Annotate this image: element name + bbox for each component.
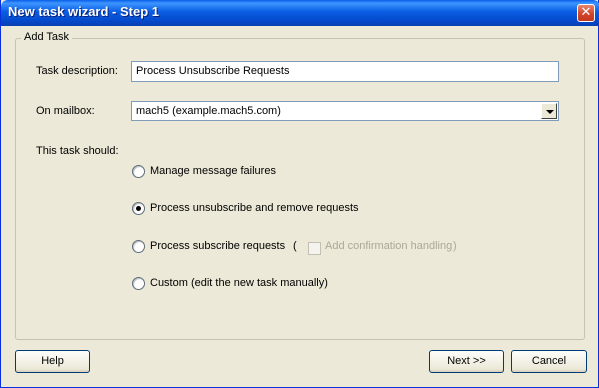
task-should-label: This task should: — [36, 145, 119, 157]
confirmation-checkbox[interactable] — [308, 242, 321, 255]
confirmation-label: Add confirmation handling — [325, 240, 453, 252]
task-description-label: Task description: — [36, 65, 118, 77]
radio-button[interactable] — [132, 277, 145, 290]
radio-button[interactable] — [132, 165, 145, 178]
group-legend: Add Task — [21, 31, 73, 43]
cancel-button[interactable]: Cancel — [511, 350, 587, 373]
mailbox-selected-value: mach5 (example.mach5.com) — [136, 105, 281, 117]
close-icon[interactable]: ✕ — [577, 4, 595, 22]
window-title: New task wizard - Step 1 — [8, 4, 159, 19]
task-description-input[interactable]: Process Unsubscribe Requests — [131, 61, 559, 82]
mailbox-label: On mailbox: — [36, 105, 95, 117]
mailbox-select[interactable]: mach5 (example.mach5.com) — [131, 101, 559, 121]
option-label: Manage message failures — [150, 165, 276, 177]
open-paren: ( — [293, 240, 297, 252]
radio-button-checked[interactable] — [132, 202, 145, 215]
close-paren: ) — [453, 240, 457, 252]
option-label: Custom (edit the new task manually) — [150, 277, 328, 289]
option-label: Process subscribe requests — [150, 240, 286, 252]
help-button[interactable]: Help — [15, 350, 90, 373]
option-label: Process unsubscribe and remove requests — [150, 202, 359, 214]
add-task-group — [15, 38, 585, 340]
wizard-window: New task wizard - Step 1 ✕ Add Task Task… — [0, 0, 599, 388]
next-button[interactable]: Next >> — [429, 350, 504, 373]
chevron-down-icon[interactable] — [541, 103, 557, 119]
title-bar[interactable]: New task wizard - Step 1 ✕ — [1, 0, 599, 26]
radio-button[interactable] — [132, 240, 145, 253]
